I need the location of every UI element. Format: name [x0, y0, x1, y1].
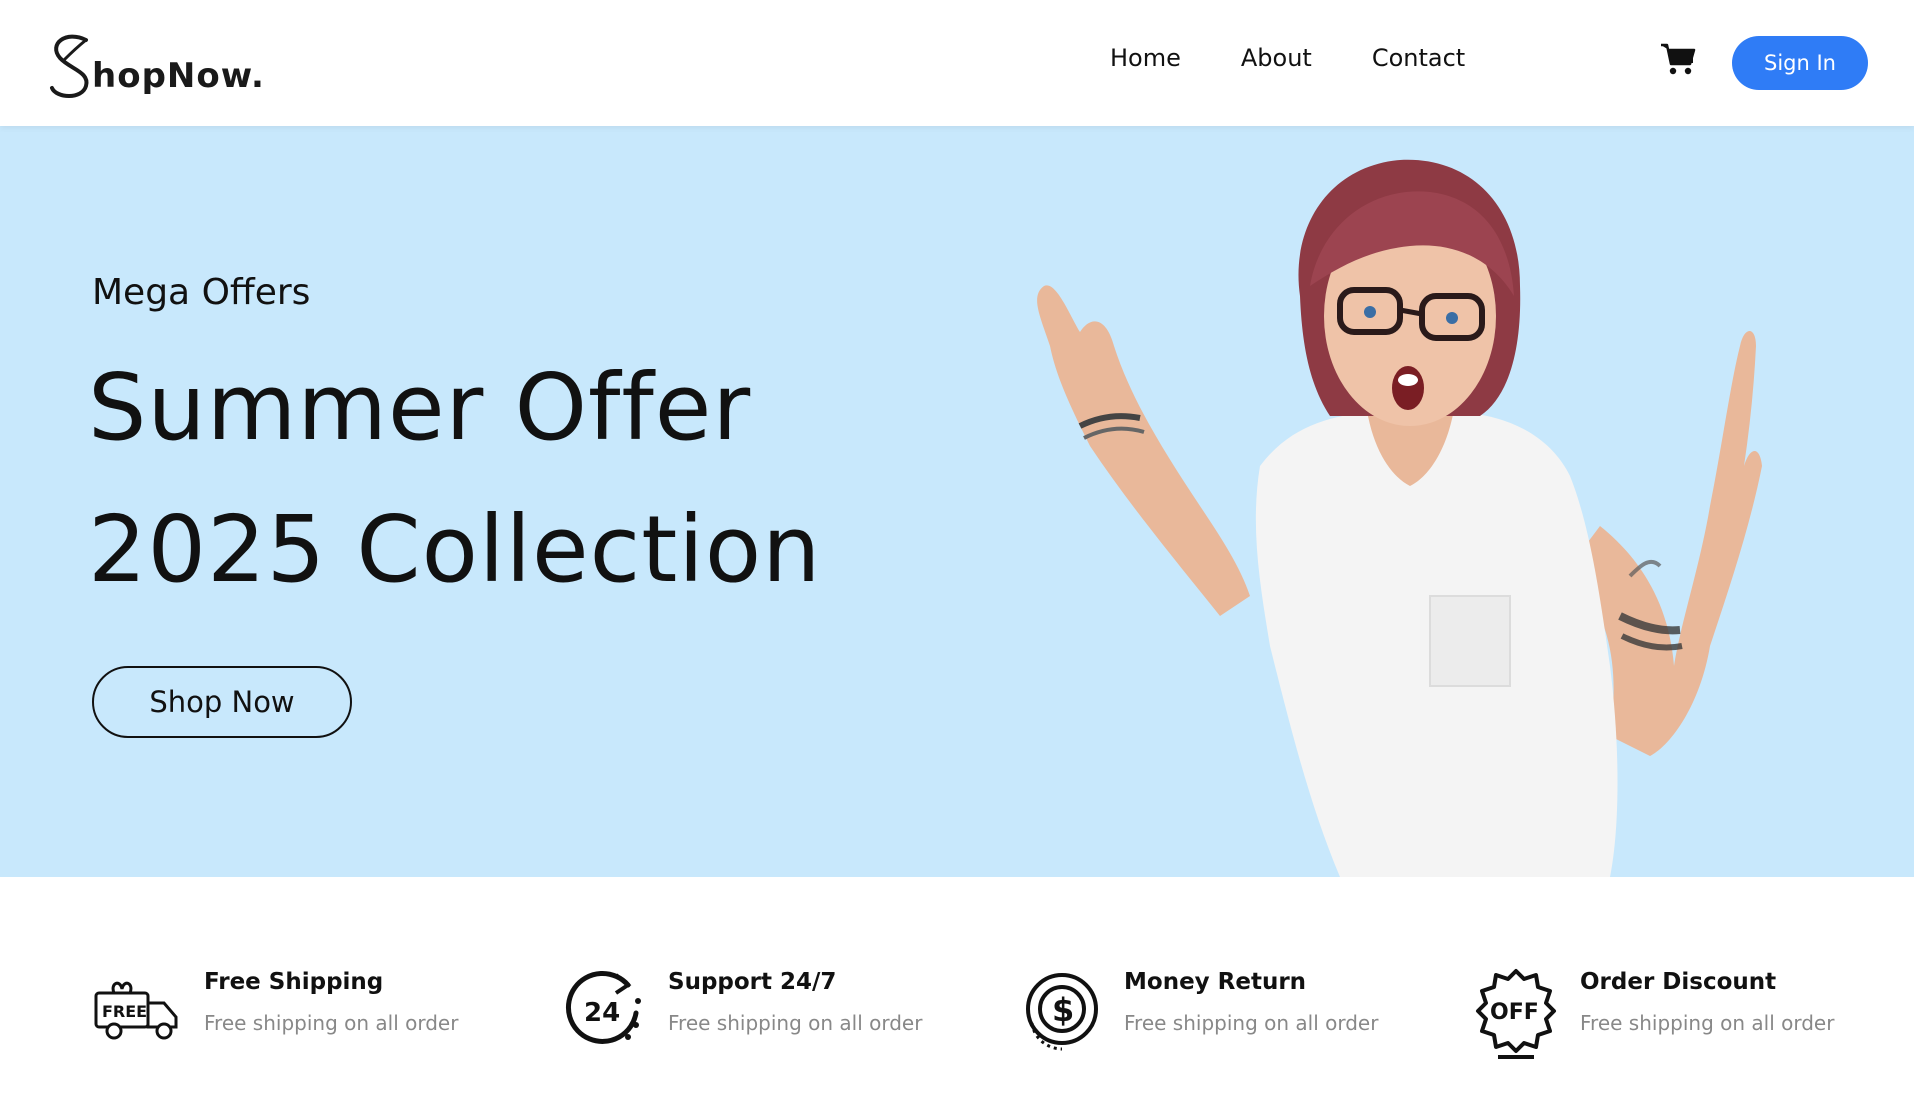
- feature-subtitle: Free shipping on all order: [1580, 1011, 1835, 1035]
- feature-subtitle: Free shipping on all order: [1124, 1011, 1379, 1035]
- feature-subtitle: Free shipping on all order: [668, 1011, 923, 1035]
- site-header: hopNow. Home About Contact Sign In: [0, 0, 1914, 126]
- shopping-cart-icon[interactable]: [1660, 42, 1696, 76]
- hero-eyebrow: Mega Offers: [92, 272, 311, 313]
- nav-about[interactable]: About: [1241, 44, 1312, 72]
- hero-headline-line2: 2025 Collection: [88, 496, 822, 603]
- feature-subtitle: Free shipping on all order: [204, 1011, 459, 1035]
- feature-title: Free Shipping: [204, 969, 384, 995]
- nav-contact[interactable]: Contact: [1372, 44, 1465, 72]
- feature-money-return: $ Money Return Free shipping on all orde…: [1012, 969, 1378, 1059]
- logo-text: hopNow.: [92, 56, 265, 96]
- feature-support: 24 Support 24/7 Free shipping on all ord…: [556, 969, 922, 1059]
- free-delivery-truck-icon: FREE: [94, 981, 178, 1040]
- feature-free-shipping: FREE Free Shipping Free shipping on all …: [92, 969, 458, 1059]
- svg-text:$: $: [1052, 991, 1074, 1029]
- logo-s-icon: [50, 34, 89, 98]
- feature-order-discount: OFF Order Discount Free shipping on all …: [1468, 969, 1834, 1059]
- support-24-7-icon: 24: [565, 970, 641, 1044]
- main-nav: Home About Contact: [1110, 44, 1525, 72]
- shop-now-button[interactable]: Shop Now: [92, 666, 352, 738]
- feature-title: Support 24/7: [668, 969, 837, 995]
- nav-home[interactable]: Home: [1110, 44, 1181, 72]
- hero-banner: Mega Offers Summer Offer 2025 Collection…: [0, 126, 1914, 877]
- svg-text:24: 24: [584, 998, 620, 1028]
- hero-headline-line1: Summer Offer: [88, 354, 752, 461]
- logo[interactable]: hopNow.: [46, 30, 265, 100]
- hero-model-image: [1037, 159, 1762, 877]
- money-return-icon: $: [1026, 973, 1098, 1051]
- features-strip: FREE Free Shipping Free shipping on all …: [0, 877, 1914, 1101]
- feature-title: Money Return: [1124, 969, 1307, 995]
- feature-title: Order Discount: [1580, 969, 1777, 995]
- sign-in-button[interactable]: Sign In: [1732, 36, 1868, 90]
- discount-badge-icon: OFF: [1476, 969, 1556, 1059]
- svg-text:FREE: FREE: [102, 1002, 147, 1021]
- svg-text:OFF: OFF: [1490, 1000, 1539, 1025]
